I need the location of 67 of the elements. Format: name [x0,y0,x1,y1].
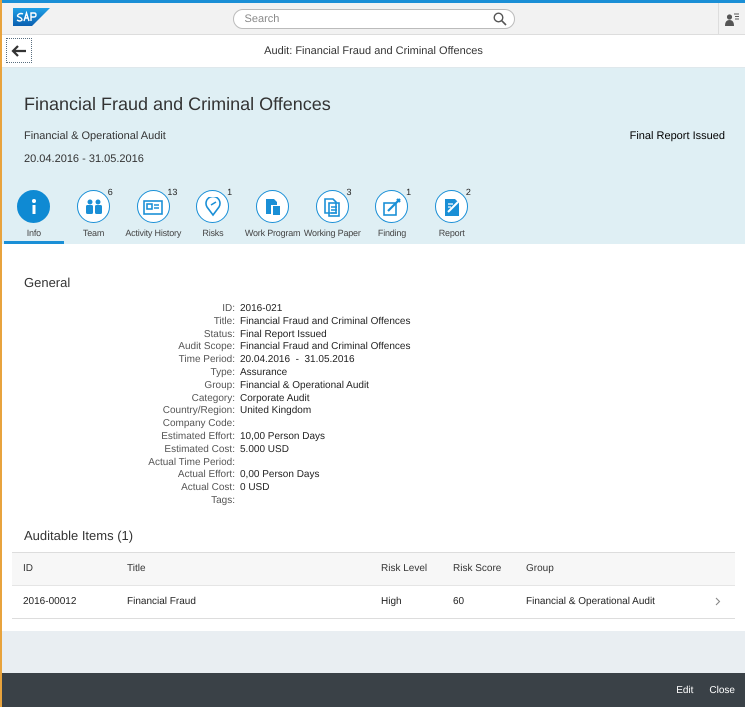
footer-button[interactable]: Edit [670,678,700,702]
column-header: Risk Score [453,563,502,574]
pen-on-note-icon [382,196,402,216]
field-value: Final Report Issued [240,328,328,342]
field-label: Estimated Effort: [160,430,235,444]
count-label: 3 [346,187,352,197]
field-value: Corporate Audit [240,392,310,406]
table-cell-text: Financial Fraud [127,596,197,608]
field-label: Actual Time Period: [147,456,235,470]
field-value: United Kingdom [240,405,312,418]
field-label: ID: [221,303,235,316]
object-title: Financial Fraud and Criminal Offences [24,94,332,115]
section-title: General [24,275,72,290]
field-value: 20.04.2016 - 31.05.2016 [240,354,356,367]
field-label: Group: [203,380,235,393]
field-label: Estimated Cost: [163,444,235,457]
field-value: Financial Fraud and Criminal Offences [240,316,412,329]
info-icon [32,198,36,214]
field-label: Tags: [210,494,235,508]
people-icon [84,196,104,216]
field-label: Status: [202,328,235,342]
table-cell-text: 60 [453,596,466,608]
field-value: 0 USD [240,482,270,495]
document-stack-icon [322,196,342,216]
page-title: Audit: Financial Fraud and Criminal Offences [264,45,483,57]
field-value: 5.000 USD [240,444,290,457]
user-icon[interactable] [725,12,739,26]
chevron-right-icon[interactable] [715,597,721,606]
count-label: 2 [466,187,471,197]
search-icon[interactable] [492,12,506,26]
field-value: Financial & Operational Audit [240,380,370,393]
field-value: 10,00 Person Days [240,430,326,444]
field-label: Type: [210,366,235,380]
field-label: Actual Effort: [176,469,235,482]
field-value: 0,00 Person Days [240,469,320,482]
field-value: 2016-021 [240,303,284,316]
back-arrow-icon [11,44,27,56]
status-text: Final Report Issued [630,130,725,142]
column-header: Title [127,563,147,574]
field-label: Country/Region: [162,405,235,418]
field-value: Assurance [240,366,288,380]
field-value: Financial Fraud and Criminal Offences [240,341,412,354]
pin-icon [202,196,223,216]
footer-button[interactable]: Close [703,678,741,702]
tab[interactable]: Work Program [242,190,302,244]
search-field[interactable]: Search [232,8,514,28]
field-label: Time Period: [178,354,235,367]
field-label: Actual Cost: [180,482,235,495]
table-cell-text: 2016-00012 [23,596,78,608]
column-header: Risk Level [381,563,428,574]
back-button[interactable] [6,38,32,63]
count-label: 1 [406,187,412,197]
table-cell-text: Financial & Operational Audit [526,596,656,608]
count-label: 1 [227,187,232,197]
date-range: 20.04.2016 - 31.05.2016 [24,153,145,165]
column-header: ID [23,563,34,574]
section-title: Auditable Items (1) [24,528,134,543]
count-label: 6 [108,187,113,197]
field-label: Title: [212,316,235,329]
field-label: Category: [190,392,235,406]
field-label: Company Code: [162,418,235,431]
table-cell-text: High [381,596,403,608]
column-header: Group [526,563,555,574]
logo-icon [13,8,50,26]
field-label: Audit Scope: [177,341,235,354]
object-subtitle: Financial & Operational Audit [24,130,166,142]
count-label: 13 [167,187,178,197]
